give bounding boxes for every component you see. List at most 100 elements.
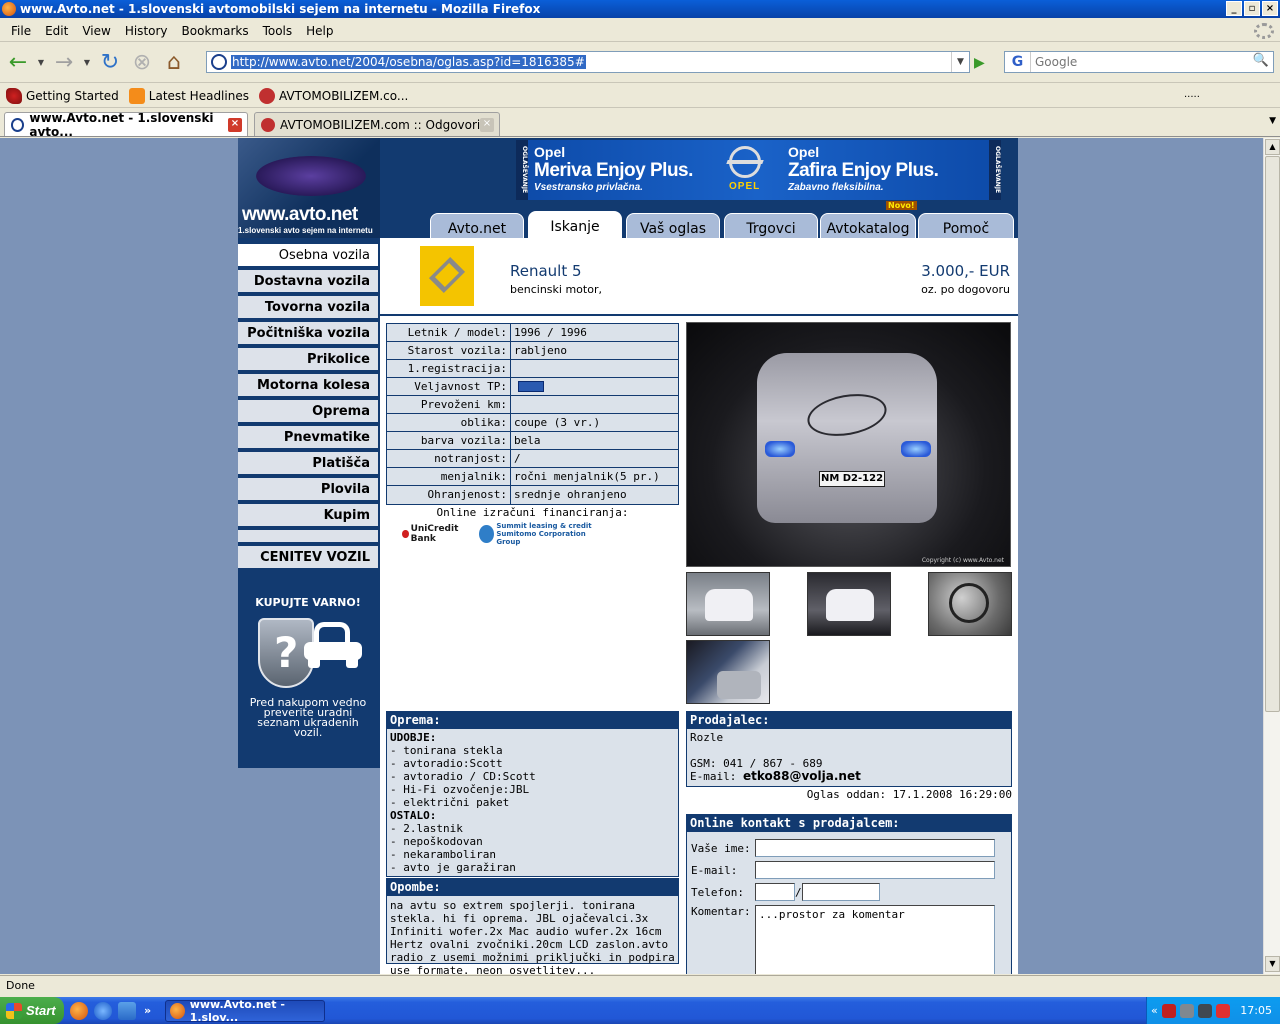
sidebar-item-kupim[interactable]: Kupim: [238, 504, 378, 528]
summit-leasing-link[interactable]: Summit leasing & credit Sumitomo Corpora…: [479, 522, 592, 546]
main-car-photo[interactable]: NM D2-122 Copyright (c) www.Avto.net: [686, 322, 1011, 567]
tab-list-dropdown-icon[interactable]: ▼: [1269, 116, 1276, 126]
bookmark-getting-started[interactable]: Getting Started: [6, 87, 119, 104]
url-dropdown-icon[interactable]: ▼: [951, 52, 969, 72]
car-price: 3.000,- EUR: [921, 262, 1010, 280]
scroll-thumb[interactable]: [1265, 156, 1280, 712]
back-history-dropdown[interactable]: ▼: [36, 49, 46, 77]
tab-vas-oglas[interactable]: Vaš oglas: [626, 213, 720, 238]
photo-thumbnail[interactable]: [686, 640, 770, 704]
menu-bookmarks[interactable]: Bookmarks: [175, 24, 256, 38]
sidebar-item-dostavna-vozila[interactable]: Dostavna vozila: [238, 270, 378, 294]
sidebar-item-platisca[interactable]: Platišča: [238, 452, 378, 476]
firefox-icon: [2, 2, 16, 16]
logo-title: www.avto.net: [242, 204, 358, 225]
antivirus-tray-icon[interactable]: [1161, 1003, 1176, 1018]
vertical-scrollbar[interactable]: ▲ ▼: [1263, 138, 1280, 974]
photo-thumbnail[interactable]: [928, 572, 1012, 636]
phone-prefix-input[interactable]: [755, 883, 795, 901]
search-box[interactable]: G 🔍: [1004, 51, 1274, 73]
sidebar-item-oprema[interactable]: Oprema: [238, 400, 378, 424]
back-arrow-icon[interactable]: ←: [4, 49, 32, 77]
phone-number-input[interactable]: [801, 883, 880, 901]
go-arrow-icon[interactable]: ▶: [974, 55, 992, 71]
start-button[interactable]: Start: [0, 997, 64, 1024]
sidebar-item-prikolice[interactable]: Prikolice: [238, 348, 378, 372]
menu-history[interactable]: History: [118, 24, 175, 38]
seller-heading: Prodajalec:: [687, 712, 1011, 729]
price-note: oz. po dogovoru: [921, 283, 1010, 296]
search-input[interactable]: [1031, 55, 1241, 69]
window-titlebar: www.Avto.net - 1.slovenski avtomobilski …: [0, 0, 1280, 18]
reload-icon[interactable]: ↻: [96, 49, 124, 77]
opel-ad-banner[interactable]: OGLAŠEVANJE Opel Meriva Enjoy Plus. Vses…: [516, 140, 1001, 200]
comment-textarea[interactable]: ...prostor za komentar: [755, 905, 995, 974]
tab-avtokatalog[interactable]: Avtokatalog: [820, 213, 916, 238]
tab-pomoc[interactable]: Pomoč: [918, 213, 1014, 238]
bookmark-latest-headlines[interactable]: Latest Headlines: [128, 87, 249, 104]
system-tray: « 17:05: [1146, 997, 1280, 1024]
scroll-down-arrow-icon[interactable]: ▼: [1265, 956, 1280, 972]
security-tray-icon[interactable]: [1179, 1003, 1194, 1018]
site-logo[interactable]: www.avto.net 1.slovenski avto sejem na i…: [238, 138, 380, 238]
firefox-quicklaunch-icon[interactable]: [70, 1001, 88, 1020]
ie-quicklaunch-icon[interactable]: [94, 1001, 112, 1020]
menu-file[interactable]: File: [4, 24, 38, 38]
sidebar-item-tovorna-vozila[interactable]: Tovorna vozila: [238, 296, 378, 320]
unicredit-link[interactable]: UniCredit Bank: [402, 524, 473, 544]
windows-taskbar: Start » www.Avto.net - 1.slov... « 17:05: [0, 997, 1280, 1024]
financing-logos: UniCredit Bank Summit leasing & credit S…: [402, 522, 592, 546]
list-item: - avto je garažiran: [390, 861, 516, 874]
home-icon[interactable]: ⌂: [160, 49, 188, 77]
photo-thumbnail[interactable]: [686, 572, 770, 636]
bookmark-avtomobilizem[interactable]: AVTOMOBILIZEM.co...: [258, 87, 408, 104]
maximize-button[interactable]: ▫: [1244, 1, 1260, 16]
stop-icon[interactable]: ⊗: [128, 49, 156, 77]
browser-tab-avtonet[interactable]: www.Avto.net - 1.slovenski avto... ×: [4, 111, 248, 139]
close-button[interactable]: ×: [1262, 1, 1278, 16]
sidebar-item-osebna-vozila[interactable]: Osebna vozila: [238, 244, 378, 268]
name-input[interactable]: [755, 839, 995, 857]
photo-thumbnail[interactable]: [807, 572, 891, 636]
list-item: - nekaramboliran: [390, 848, 496, 861]
tab-avtonet[interactable]: Avto.net: [430, 213, 524, 238]
tab-trgovci[interactable]: Trgovci: [724, 213, 818, 238]
url-text[interactable]: http://www.avto.net/2004/osebna/oglas.as…: [231, 55, 586, 69]
sidebar-item-plovila[interactable]: Plovila: [238, 478, 378, 502]
search-icon[interactable]: 🔍: [1251, 53, 1271, 71]
sidebar-item-cenitev-vozil[interactable]: CENITEV VOZIL: [238, 546, 378, 570]
sidebar-item-pnevmatike[interactable]: Pnevmatike: [238, 426, 378, 450]
tab-iskanje[interactable]: Iskanje: [528, 211, 622, 238]
messenger-quicklaunch-icon[interactable]: [118, 1001, 136, 1020]
google-engine-icon[interactable]: G: [1005, 52, 1031, 72]
forward-arrow-icon[interactable]: →: [50, 49, 78, 77]
sidebar-item-pocitniska-vozila[interactable]: Počitniška vozila: [238, 322, 378, 346]
scroll-up-arrow-icon[interactable]: ▲: [1265, 139, 1280, 155]
license-plate: NM D2-122: [819, 471, 885, 487]
taskbar-firefox-window[interactable]: www.Avto.net - 1.slov...: [165, 998, 326, 1024]
tab-close-icon[interactable]: ×: [228, 118, 242, 132]
table-row: Ohranjenost: srednje ohranjeno: [387, 486, 678, 504]
menu-edit[interactable]: Edit: [38, 24, 75, 38]
network-tray-icon[interactable]: [1197, 1003, 1212, 1018]
tp-badge-icon: [518, 381, 544, 392]
avtonet-favicon-icon: [11, 117, 25, 132]
ad-side-label: OGLAŠEVANJE: [516, 140, 528, 200]
menu-view[interactable]: View: [75, 24, 117, 38]
sidebar-item-motorna-kolesa[interactable]: Motorna kolesa: [238, 374, 378, 398]
update-tray-icon[interactable]: [1215, 1003, 1230, 1018]
browser-tab-avtomobilizem[interactable]: AVTOMOBILIZEM.com :: Odgovori ×: [254, 112, 500, 136]
tab-close-icon[interactable]: ×: [480, 118, 494, 132]
safe-buying-promo[interactable]: KUPUJTE VARNO! ? Pred nakupom vedno prev…: [238, 588, 378, 768]
menu-tools[interactable]: Tools: [256, 24, 300, 38]
email-input[interactable]: [755, 861, 995, 879]
menu-help[interactable]: Help: [299, 24, 340, 38]
bookmarks-overflow[interactable]: .....: [1184, 89, 1200, 100]
forward-history-dropdown[interactable]: ▼: [82, 49, 92, 77]
minimize-button[interactable]: _: [1226, 1, 1242, 16]
seller-email-link[interactable]: etko88@volja.net: [743, 769, 861, 783]
url-bar[interactable]: http://www.avto.net/2004/osebna/oglas.as…: [206, 51, 970, 73]
tray-expand-icon[interactable]: «: [1151, 1004, 1158, 1017]
status-text: Done: [6, 979, 35, 992]
quicklaunch-more-icon[interactable]: »: [144, 1004, 151, 1017]
